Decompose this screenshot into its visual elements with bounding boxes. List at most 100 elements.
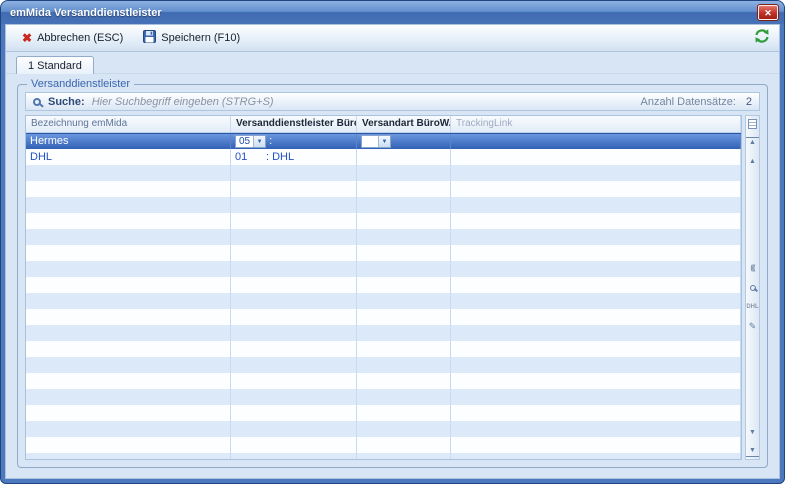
cell-empty[interactable]: [26, 165, 231, 181]
cell-empty[interactable]: [357, 421, 451, 437]
cell-versandart[interactable]: ▼: [357, 134, 451, 149]
cell-empty[interactable]: [357, 405, 451, 421]
cell-empty[interactable]: [357, 261, 451, 277]
cell-empty[interactable]: [26, 197, 231, 213]
cell-empty[interactable]: [231, 245, 357, 261]
cell-empty[interactable]: [357, 373, 451, 389]
cell-empty[interactable]: [357, 277, 451, 293]
cell-empty[interactable]: [451, 325, 741, 341]
cell-empty[interactable]: [26, 437, 231, 453]
cell-empty[interactable]: [26, 421, 231, 437]
cell-empty[interactable]: [231, 437, 357, 453]
cell-empty[interactable]: [451, 277, 741, 293]
scroll-to-top-icon[interactable]: ▲: [746, 137, 759, 148]
table-row-empty[interactable]: [26, 277, 741, 293]
table-row-empty[interactable]: [26, 245, 741, 261]
cell-empty[interactable]: [357, 213, 451, 229]
cell-empty[interactable]: [357, 453, 451, 459]
table-row-empty[interactable]: [26, 197, 741, 213]
cell-empty[interactable]: [231, 309, 357, 325]
cell-bezeichnung[interactable]: Hermes: [26, 134, 231, 149]
cell-empty[interactable]: [26, 453, 231, 459]
group-brackets-icon[interactable]: (((: [746, 263, 759, 274]
chevron-down-icon[interactable]: ▼: [378, 136, 390, 147]
cell-empty[interactable]: [26, 405, 231, 421]
column-header-bezeichnung[interactable]: Bezeichnung emMida: [26, 116, 231, 132]
table-row-empty[interactable]: [26, 357, 741, 373]
cell-empty[interactable]: [357, 357, 451, 373]
table-row-dhl[interactable]: DHL 01 : DHL: [26, 149, 741, 165]
table-row-empty[interactable]: [26, 261, 741, 277]
column-header-trackinglink[interactable]: TrackingLink: [451, 116, 741, 132]
column-header-versandart[interactable]: Versandart BüroWARE: [357, 116, 451, 132]
table-row-empty[interactable]: [26, 229, 741, 245]
cell-empty[interactable]: [357, 181, 451, 197]
cell-empty[interactable]: [26, 261, 231, 277]
table-row-empty[interactable]: [26, 309, 741, 325]
cell-empty[interactable]: [231, 293, 357, 309]
table-row-hermes[interactable]: Hermes 05 ▼ :: [26, 133, 741, 149]
cell-trackinglink[interactable]: [451, 149, 741, 165]
save-button[interactable]: Speichern (F10): [134, 27, 249, 49]
cell-empty[interactable]: [451, 293, 741, 309]
cell-empty[interactable]: [451, 341, 741, 357]
tab-standard[interactable]: 1 Standard: [16, 56, 94, 74]
cell-trackinglink[interactable]: [451, 134, 741, 149]
cell-empty[interactable]: [231, 357, 357, 373]
cell-empty[interactable]: [26, 277, 231, 293]
cell-empty[interactable]: [451, 357, 741, 373]
table-row-empty[interactable]: [26, 453, 741, 459]
cell-empty[interactable]: [26, 357, 231, 373]
cell-empty[interactable]: [231, 373, 357, 389]
titlebar[interactable]: emMida Versanddienstleister ✕: [1, 1, 784, 24]
cell-empty[interactable]: [357, 437, 451, 453]
table-row-empty[interactable]: [26, 325, 741, 341]
cell-empty[interactable]: [26, 181, 231, 197]
cell-empty[interactable]: [451, 453, 741, 459]
cell-empty[interactable]: [231, 453, 357, 459]
cell-empty[interactable]: [451, 213, 741, 229]
table-row-empty[interactable]: [26, 373, 741, 389]
table-row-empty[interactable]: [26, 389, 741, 405]
cell-empty[interactable]: [357, 341, 451, 357]
cell-empty[interactable]: [26, 245, 231, 261]
cell-empty[interactable]: [357, 293, 451, 309]
cell-empty[interactable]: [231, 389, 357, 405]
cell-empty[interactable]: [231, 213, 357, 229]
cell-empty[interactable]: [357, 229, 451, 245]
close-button[interactable]: ✕: [758, 5, 778, 20]
cell-empty[interactable]: [451, 229, 741, 245]
cell-empty[interactable]: [26, 309, 231, 325]
cell-dienstleister[interactable]: 01 : DHL: [231, 149, 357, 165]
cell-empty[interactable]: [451, 421, 741, 437]
cell-empty[interactable]: [451, 309, 741, 325]
cell-empty[interactable]: [451, 197, 741, 213]
cell-empty[interactable]: [357, 245, 451, 261]
cell-empty[interactable]: [357, 309, 451, 325]
cell-empty[interactable]: [357, 389, 451, 405]
cell-empty[interactable]: [451, 437, 741, 453]
cell-empty[interactable]: [231, 341, 357, 357]
refresh-button[interactable]: [754, 28, 772, 49]
cell-empty[interactable]: [26, 293, 231, 309]
cell-empty[interactable]: [26, 213, 231, 229]
cell-empty[interactable]: [451, 261, 741, 277]
cell-empty[interactable]: [231, 229, 357, 245]
zoom-icon[interactable]: [746, 282, 759, 293]
cell-empty[interactable]: [451, 245, 741, 261]
cell-empty[interactable]: [451, 389, 741, 405]
cell-empty[interactable]: [357, 165, 451, 181]
scroll-down-icon[interactable]: ▼: [746, 427, 759, 438]
scroll-up-icon[interactable]: ▲: [746, 156, 759, 167]
table-row-empty[interactable]: [26, 341, 741, 357]
edit-pencil-icon[interactable]: ✎: [746, 320, 759, 331]
cell-empty[interactable]: [231, 261, 357, 277]
cell-bezeichnung[interactable]: DHL: [26, 149, 231, 165]
cell-empty[interactable]: [451, 373, 741, 389]
cell-empty[interactable]: [357, 197, 451, 213]
cell-empty[interactable]: [26, 389, 231, 405]
cell-empty[interactable]: [231, 181, 357, 197]
cell-empty[interactable]: [231, 277, 357, 293]
cell-versandart[interactable]: [357, 149, 451, 165]
scroll-to-bottom-icon[interactable]: ▼: [746, 446, 759, 457]
